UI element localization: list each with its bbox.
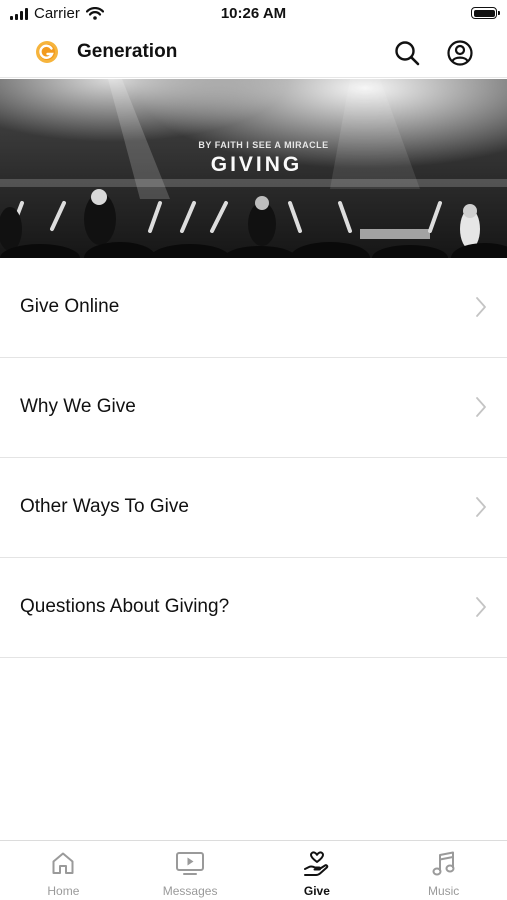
clock: 10:26 AM [220, 5, 287, 22]
tab-label: Messages [162, 884, 218, 898]
tab-label: Home [47, 884, 80, 898]
tab-label: Give [303, 884, 330, 898]
tab-label: Music [427, 884, 460, 898]
tab-messages[interactable]: Messages [127, 841, 254, 900]
app-header: Generation [0, 28, 507, 78]
app-title: Generation [77, 41, 178, 62]
menu-item-label: Give Online [20, 296, 120, 317]
bottom-tab-bar: Home Messages Give Music [0, 840, 507, 900]
menu-item-questions-about-giving[interactable]: Questions About Giving? [0, 558, 507, 658]
chevron-right-icon [476, 397, 486, 417]
giving-menu: Give Online Why We Give Other Ways To Gi… [0, 258, 507, 658]
menu-item-label: Questions About Giving? [20, 596, 230, 617]
tab-music[interactable]: Music [380, 841, 507, 900]
chevron-right-icon [476, 597, 486, 617]
app-logo [36, 41, 58, 63]
music-icon [432, 851, 455, 876]
search-icon[interactable] [393, 39, 421, 67]
tv-icon [176, 852, 205, 875]
menu-item-why-we-give[interactable]: Why We Give [0, 358, 507, 458]
give-icon [303, 851, 329, 876]
hero-subtitle: BY FAITH I SEE A MIRACLE [198, 140, 329, 150]
menu-item-label: Why We Give [20, 396, 136, 417]
menu-item-label: Other Ways To Give [20, 496, 189, 517]
menu-item-give-online[interactable]: Give Online [0, 258, 507, 358]
hero-title: GIVING [210, 153, 303, 176]
chevron-right-icon [476, 497, 486, 517]
profile-icon[interactable] [446, 39, 474, 67]
chevron-right-icon [476, 297, 486, 317]
tab-home[interactable]: Home [0, 841, 127, 900]
status-bar: Carrier 10:26 AM [0, 0, 507, 28]
home-icon [52, 852, 74, 874]
battery-icon [471, 7, 500, 19]
tab-give[interactable]: Give [254, 841, 381, 900]
giving-hero-banner: BY FAITH I SEE A MIRACLE GIVING [0, 79, 507, 258]
menu-item-other-ways-to-give[interactable]: Other Ways To Give [0, 458, 507, 558]
